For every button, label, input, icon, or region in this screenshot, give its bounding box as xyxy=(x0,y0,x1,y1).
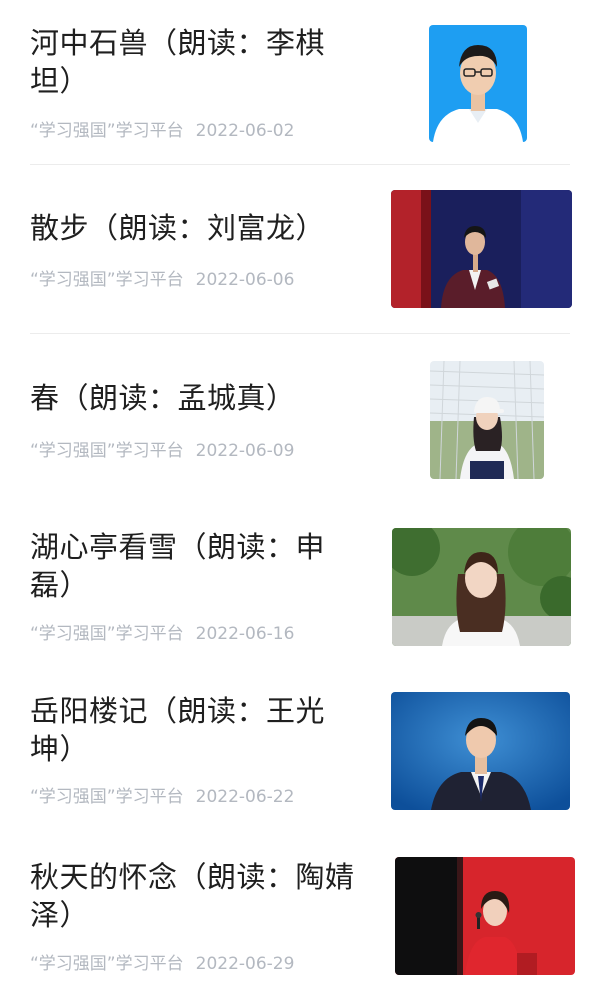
article-source: “学习强国”学习平台 xyxy=(30,787,184,807)
article-source: “学习强国”学习平台 xyxy=(30,121,184,141)
article-source: “学习强国”学习平台 xyxy=(30,954,184,974)
article-source: “学习强国”学习平台 xyxy=(30,441,184,461)
article-item-3[interactable]: 春（朗读：孟城真） “学习强国”学习平台 2022-06-09 xyxy=(0,334,594,504)
article-title[interactable]: 春（朗读：孟城真） xyxy=(30,379,360,417)
article-thumbnail[interactable] xyxy=(391,692,570,810)
article-meta: “学习强国”学习平台 2022-06-29 xyxy=(30,949,294,974)
article-item-6[interactable]: 秋天的怀念（朗读：陶婧泽） “学习强国”学习平台 2022-06-29 xyxy=(0,834,594,996)
article-date: 2022-06-06 xyxy=(195,270,295,290)
article-feed: 河中石兽（朗读：李棋坦） “学习强国”学习平台 2022-06-02 散步（朗读：… xyxy=(0,0,594,996)
article-item-4[interactable]: 湖心亭看雪（朗读：申磊） “学习强国”学习平台 2022-06-16 xyxy=(0,504,594,668)
article-title[interactable]: 湖心亭看雪（朗读：申磊） xyxy=(30,528,360,604)
article-item-2[interactable]: 散步（朗读：刘富龙） “学习强国”学习平台 2022-06-06 xyxy=(0,165,594,333)
article-meta: “学习强国”学习平台 2022-06-09 xyxy=(30,436,294,461)
article-source: “学习强国”学习平台 xyxy=(30,624,184,644)
article-thumbnail[interactable] xyxy=(391,190,572,308)
article-date: 2022-06-22 xyxy=(195,787,295,807)
article-item-1[interactable]: 河中石兽（朗读：李棋坦） “学习强国”学习平台 2022-06-02 xyxy=(0,0,594,164)
article-thumbnail[interactable] xyxy=(392,528,571,646)
article-item-5[interactable]: 岳阳楼记（朗读：王光坤） “学习强国”学习平台 2022-06-22 xyxy=(0,668,594,834)
article-meta: “学习强国”学习平台 2022-06-22 xyxy=(30,782,294,807)
article-date: 2022-06-29 xyxy=(195,954,295,974)
article-title[interactable]: 岳阳楼记（朗读：王光坤） xyxy=(30,692,360,768)
article-thumbnail[interactable] xyxy=(429,25,527,142)
article-meta: “学习强国”学习平台 2022-06-16 xyxy=(30,619,294,644)
article-date: 2022-06-09 xyxy=(195,441,295,461)
article-date: 2022-06-02 xyxy=(195,121,295,141)
article-meta: “学习强国”学习平台 2022-06-02 xyxy=(30,116,294,141)
article-thumbnail[interactable] xyxy=(395,857,575,975)
article-title[interactable]: 秋天的怀念（朗读：陶婧泽） xyxy=(30,858,360,934)
article-title[interactable]: 散步（朗读：刘富龙） xyxy=(30,209,360,247)
article-date: 2022-06-16 xyxy=(195,624,295,644)
article-thumbnail[interactable] xyxy=(430,361,544,479)
article-source: “学习强国”学习平台 xyxy=(30,270,184,290)
article-title[interactable]: 河中石兽（朗读：李棋坦） xyxy=(30,24,360,100)
article-meta: “学习强国”学习平台 2022-06-06 xyxy=(30,265,294,290)
